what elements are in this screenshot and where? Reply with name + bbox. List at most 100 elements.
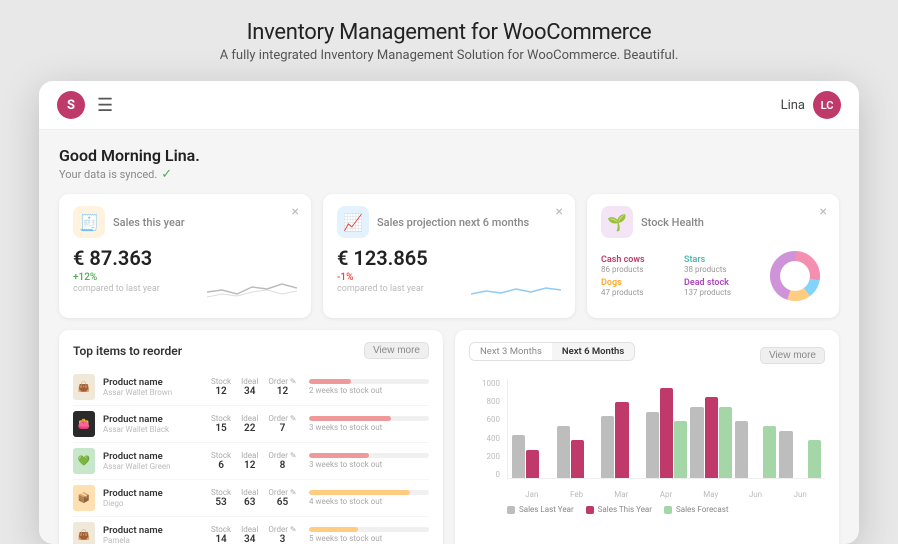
legend-forecast: Sales Forecast bbox=[664, 505, 728, 514]
item-sub: Diego bbox=[103, 499, 203, 508]
item-stats: Stock 6 Ideal 12 Order ✎ 8 bbox=[211, 451, 301, 471]
bar-group bbox=[512, 379, 554, 478]
chart-bar bbox=[674, 421, 687, 478]
bar-group bbox=[735, 379, 777, 478]
stat-ideal: Ideal 34 bbox=[241, 377, 258, 397]
item-info: Product name Diego bbox=[103, 488, 203, 508]
reorder-row: 👜 Product name Assar Wallet Brown Stock … bbox=[73, 369, 429, 406]
item-info: Product name Assar Wallet Green bbox=[103, 451, 203, 471]
stat-stock: Stock 53 bbox=[211, 488, 231, 508]
greeting: Good Morning Lina. Your data is synced. … bbox=[59, 146, 839, 182]
chart-bar bbox=[705, 397, 718, 478]
sales-card-header: 🧾 Sales this year bbox=[73, 206, 297, 238]
chart-bar bbox=[646, 412, 659, 479]
chart-bar bbox=[615, 402, 628, 478]
chart-panel: Next 3 Months Next 6 Months View more 10… bbox=[455, 330, 839, 544]
stock-labels: Cash cows 86 products Stars 38 products … bbox=[601, 255, 755, 297]
chart-view-more[interactable]: View more bbox=[760, 347, 825, 364]
chart-bar bbox=[719, 407, 732, 478]
item-stats: Stock 12 Ideal 34 Order ✎ 12 bbox=[211, 377, 301, 397]
stock-bar-track bbox=[309, 416, 429, 421]
reorder-row: 📦 Product name Diego Stock 53 Ideal 63 O… bbox=[73, 480, 429, 517]
item-name: Product name bbox=[103, 377, 203, 388]
stock-out-text: 3 weeks to stock out bbox=[309, 460, 429, 469]
item-bar-area: 3 weeks to stock out bbox=[309, 453, 429, 469]
item-sub: Assar Wallet Green bbox=[103, 462, 203, 471]
x-label: Jun bbox=[735, 490, 777, 499]
page-title: Inventory Management for WooCommerce bbox=[220, 20, 679, 45]
chart-y-axis: 1000 800 600 400 200 0 bbox=[469, 379, 504, 479]
chart-tabs: Next 3 Months Next 6 Months bbox=[469, 342, 635, 361]
item-stats: Stock 15 Ideal 22 Order ✎ 7 bbox=[211, 414, 301, 434]
stock-bar-fill bbox=[309, 527, 358, 532]
stock-out-text: 5 weeks to stock out bbox=[309, 534, 429, 543]
stock-label-stars: Stars 38 products bbox=[684, 255, 755, 274]
reorder-view-more[interactable]: View more bbox=[364, 342, 429, 359]
chart-bar bbox=[512, 435, 525, 478]
stat-stock: Stock 12 bbox=[211, 377, 231, 397]
nav-user: Lina LC bbox=[781, 91, 841, 119]
stat-ideal: Ideal 22 bbox=[241, 414, 258, 434]
bar-group bbox=[601, 379, 643, 478]
item-bar-area: 4 weeks to stock out bbox=[309, 490, 429, 506]
health-card-header: 🌱 Stock Health bbox=[601, 206, 825, 238]
nav-avatar[interactable]: LC bbox=[813, 91, 841, 119]
page-header: Inventory Management for WooCommerce A f… bbox=[220, 20, 679, 63]
stat-ideal: Ideal 12 bbox=[241, 451, 258, 471]
stock-out-text: 2 weeks to stock out bbox=[309, 386, 429, 395]
item-thumb: 👛 bbox=[73, 411, 95, 437]
chart-tab-3months[interactable]: Next 3 Months bbox=[470, 343, 552, 360]
chart-bar bbox=[808, 440, 821, 478]
x-label: Mar bbox=[600, 490, 642, 499]
item-thumb: 👜 bbox=[73, 522, 95, 544]
projection-value: € 123.865 bbox=[337, 246, 561, 270]
chart-bar bbox=[690, 407, 703, 478]
item-name: Product name bbox=[103, 451, 203, 462]
stat-order: Order ✎ 8 bbox=[268, 451, 296, 471]
sales-card-close[interactable]: × bbox=[292, 204, 299, 220]
donut-chart bbox=[765, 246, 825, 306]
reorder-panel-header: Top items to reorder View more bbox=[73, 342, 429, 359]
x-label: Jun bbox=[779, 490, 821, 499]
sync-check-icon: ✓ bbox=[161, 167, 172, 182]
stock-label-deadstock: Dead stock 137 products bbox=[684, 278, 755, 297]
item-name: Product name bbox=[103, 525, 203, 536]
stock-bar-track bbox=[309, 453, 429, 458]
x-label: Feb bbox=[556, 490, 598, 499]
page-subtitle: A fully integrated Inventory Management … bbox=[220, 48, 679, 63]
bar-chart: 1000 800 600 400 200 0 JanFebMarAprMayJu… bbox=[469, 379, 825, 499]
bottom-row: Top items to reorder View more 👜 Product… bbox=[59, 330, 839, 544]
stat-ideal: Ideal 63 bbox=[241, 488, 258, 508]
stock-bar-track bbox=[309, 527, 429, 532]
nav-logo: S bbox=[57, 91, 85, 119]
stock-bar-fill bbox=[309, 490, 410, 495]
item-thumb: 💚 bbox=[73, 448, 95, 474]
item-thumb: 📦 bbox=[73, 485, 95, 511]
legend-this-year: Sales This Year bbox=[586, 505, 652, 514]
hamburger-icon[interactable]: ☰ bbox=[97, 95, 113, 116]
projection-card-close[interactable]: × bbox=[556, 204, 563, 220]
bar-group bbox=[779, 379, 821, 478]
health-card-close[interactable]: × bbox=[820, 204, 827, 220]
bar-group bbox=[690, 379, 732, 478]
item-info: Product name Assar Wallet Brown bbox=[103, 377, 203, 397]
x-label: Apr bbox=[645, 490, 687, 499]
stock-health-body: Cash cows 86 products Stars 38 products … bbox=[601, 246, 825, 306]
reorder-panel: Top items to reorder View more 👜 Product… bbox=[59, 330, 443, 544]
item-info: Product name Pamela bbox=[103, 525, 203, 544]
health-card-title: Stock Health bbox=[641, 216, 704, 229]
chart-bars-area bbox=[507, 379, 825, 479]
chart-tab-6months[interactable]: Next 6 Months bbox=[552, 343, 634, 360]
item-bar-area: 2 weeks to stock out bbox=[309, 379, 429, 395]
item-stats: Stock 53 Ideal 63 Order ✎ 65 bbox=[211, 488, 301, 508]
main-content: Good Morning Lina. Your data is synced. … bbox=[39, 130, 859, 544]
stat-stock: Stock 15 bbox=[211, 414, 231, 434]
item-bar-area: 5 weeks to stock out bbox=[309, 527, 429, 543]
item-stats: Stock 14 Ideal 34 Order ✎ 3 bbox=[211, 525, 301, 544]
item-sub: Assar Wallet Brown bbox=[103, 388, 203, 397]
stat-order: Order ✎ 7 bbox=[268, 414, 296, 434]
chart-bar bbox=[735, 421, 748, 478]
stock-out-text: 4 weeks to stock out bbox=[309, 497, 429, 506]
projection-card-header: 📈 Sales projection next 6 months bbox=[337, 206, 561, 238]
stock-bar-fill bbox=[309, 416, 391, 421]
